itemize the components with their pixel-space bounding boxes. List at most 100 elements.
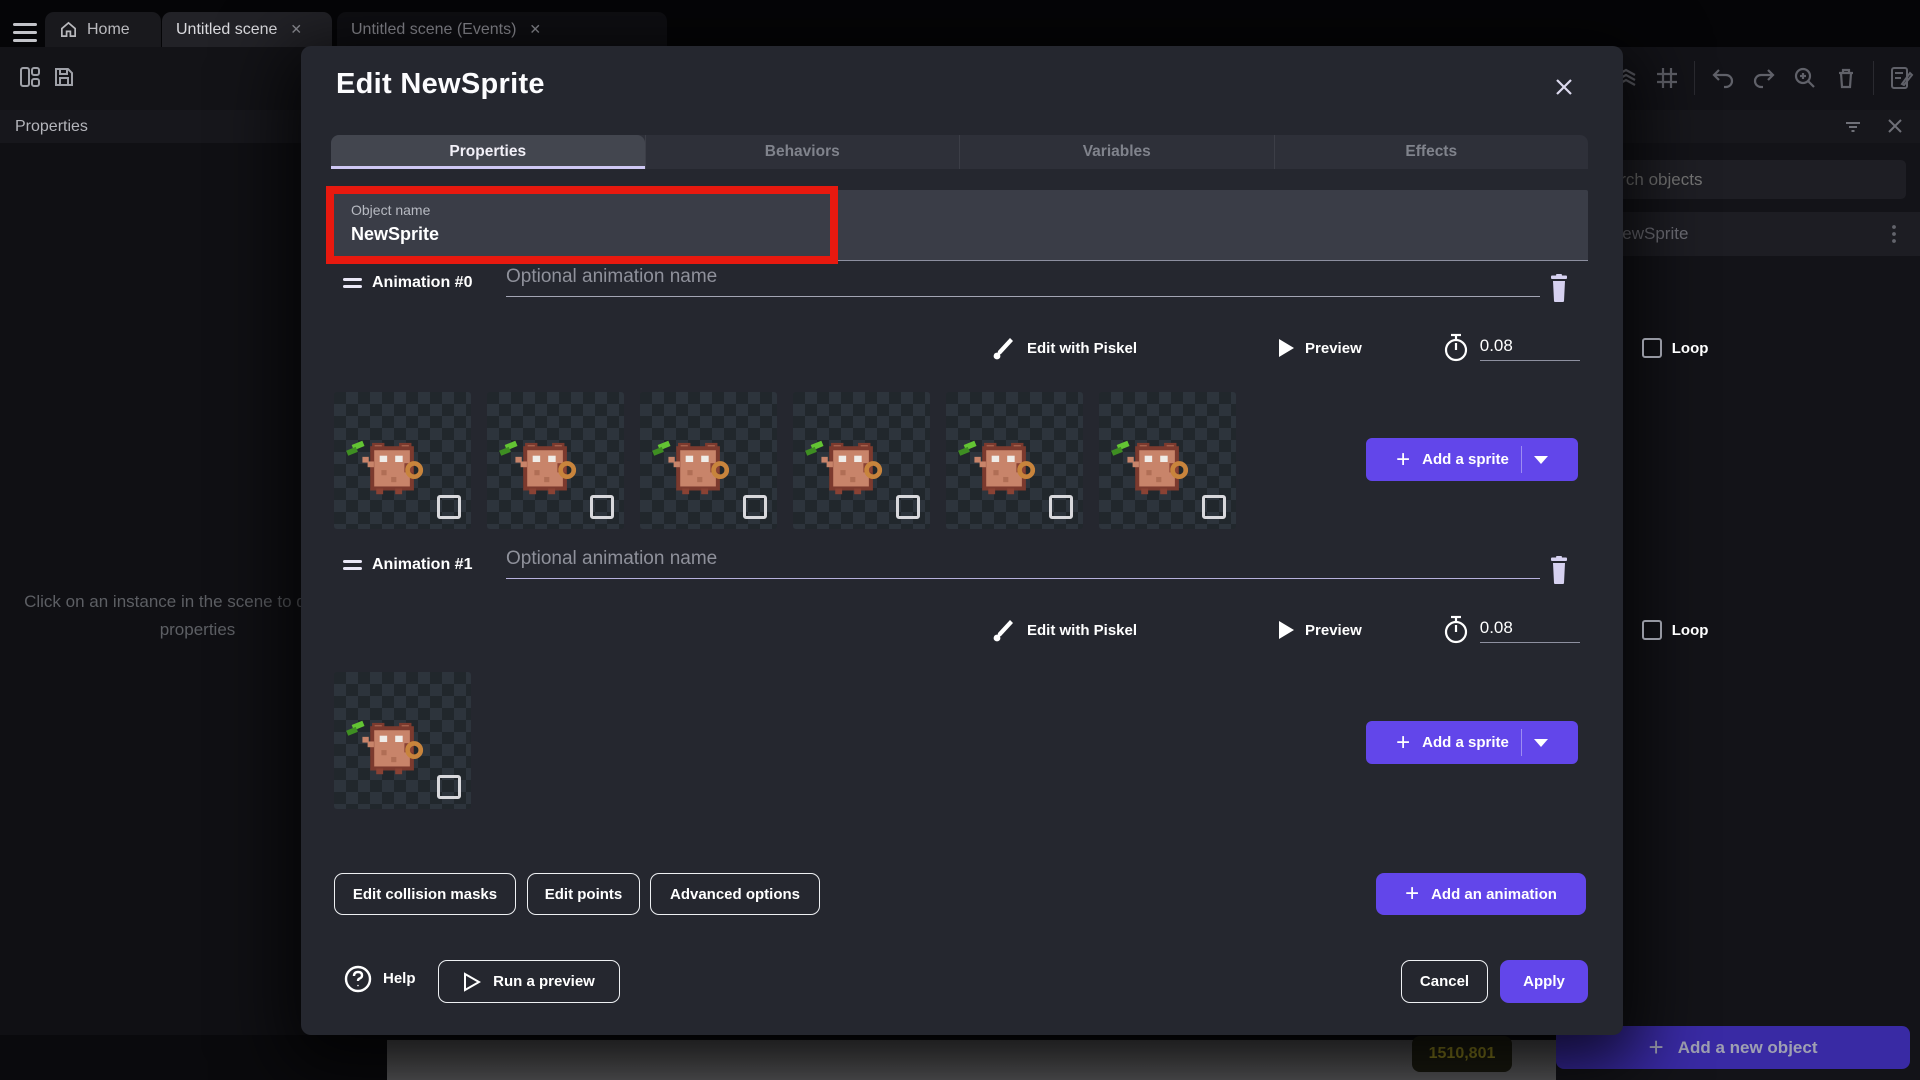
time-between-frames-input[interactable] — [1480, 336, 1580, 361]
animation-name-input[interactable] — [506, 548, 1540, 579]
app-window: Home Untitled scene ✕ Untitled scene (Ev… — [0, 0, 1920, 1080]
sprite-frame[interactable] — [487, 392, 624, 529]
filter-icon[interactable] — [1843, 117, 1863, 137]
frame-select-checkbox[interactable] — [896, 495, 920, 519]
chevron-down-icon[interactable] — [1534, 739, 1548, 747]
close-tab-icon[interactable]: ✕ — [529, 21, 541, 38]
sprite-frame[interactable] — [334, 672, 471, 809]
add-sprite-button[interactable]: + Add a sprite — [1366, 438, 1578, 481]
paintbrush-icon — [991, 617, 1017, 643]
loop-checkbox[interactable] — [1642, 338, 1662, 358]
toolbar-separator — [1694, 61, 1695, 95]
animation-name-input[interactable] — [506, 266, 1540, 297]
delete-animation-icon[interactable] — [1547, 556, 1571, 584]
tab-untitled-scene-events[interactable]: Untitled scene (Events) ✕ — [337, 12, 667, 47]
tab-behaviors[interactable]: Behaviors — [645, 135, 960, 169]
object-name-field[interactable]: Object name — [331, 190, 1588, 261]
zoom-in-icon[interactable] — [1791, 65, 1818, 92]
tab-home[interactable]: Home — [45, 12, 161, 47]
plus-icon: + — [1396, 448, 1410, 472]
apply-button[interactable]: Apply — [1500, 960, 1588, 1003]
delete-animation-icon[interactable] — [1547, 274, 1571, 302]
edit-with-piskel-button[interactable]: Edit with Piskel — [1027, 340, 1137, 357]
close-panel-icon[interactable] — [1886, 117, 1904, 135]
loop-label: Loop — [1672, 340, 1709, 357]
top-tab-bar: Home Untitled scene ✕ Untitled scene (Ev… — [0, 0, 1920, 47]
cursor-coordinates-badge: 1510,801 — [1412, 1036, 1512, 1072]
panel-title: Properties — [15, 118, 88, 136]
help-label[interactable]: Help — [383, 970, 416, 987]
animation-label: Animation #0 — [372, 274, 472, 292]
play-outline-icon — [463, 972, 481, 992]
plus-icon: + — [1649, 1032, 1664, 1063]
frames-strip — [334, 672, 471, 809]
tab-effects[interactable]: Effects — [1274, 135, 1589, 169]
edit-with-piskel-button[interactable]: Edit with Piskel — [1027, 622, 1137, 639]
add-sprite-button[interactable]: + Add a sprite — [1366, 721, 1578, 764]
animation-label: Animation #1 — [372, 556, 472, 574]
drag-handle[interactable] — [343, 278, 362, 292]
play-icon — [1277, 338, 1295, 358]
paintbrush-icon — [991, 335, 1017, 361]
sprite-frame[interactable] — [640, 392, 777, 529]
sprite-frame[interactable] — [946, 392, 1083, 529]
plus-icon: + — [1405, 882, 1419, 906]
toolbar-separator — [1873, 61, 1874, 95]
tab-label: Untitled scene (Events) — [351, 21, 516, 39]
save-icon[interactable] — [52, 65, 76, 89]
main-menu-icon[interactable] — [13, 23, 37, 42]
frame-select-checkbox[interactable] — [1202, 495, 1226, 519]
tab-label: Home — [87, 21, 130, 39]
undo-icon[interactable] — [1709, 65, 1736, 92]
preview-button[interactable]: Preview — [1305, 340, 1362, 357]
tab-variables[interactable]: Variables — [959, 135, 1274, 169]
dialog-tabs: Properties Behaviors Variables Effects — [331, 135, 1588, 169]
tab-untitled-scene[interactable]: Untitled scene ✕ — [162, 12, 332, 47]
help-icon[interactable] — [344, 965, 372, 993]
dialog-title: Edit NewSprite — [336, 68, 545, 101]
loop-label: Loop — [1672, 622, 1709, 639]
frame-select-checkbox[interactable] — [437, 775, 461, 799]
object-name-input[interactable] — [351, 224, 951, 245]
play-icon — [1277, 620, 1295, 640]
tab-properties[interactable]: Properties — [331, 135, 645, 169]
add-an-animation-button[interactable]: + Add an animation — [1376, 873, 1586, 915]
split-divider — [1521, 729, 1522, 756]
kebab-menu-icon[interactable] — [1891, 224, 1897, 244]
search-objects-input[interactable] — [1576, 160, 1906, 199]
split-divider — [1521, 446, 1522, 473]
animation-controls: Edit with Piskel Preview Loop — [991, 330, 1708, 366]
tab-label: Untitled scene — [176, 21, 277, 39]
redo-icon[interactable] — [1750, 65, 1777, 92]
animation-controls: Edit with Piskel Preview Loop — [991, 612, 1708, 648]
drag-handle[interactable] — [343, 560, 362, 574]
run-a-preview-button[interactable]: Run a preview — [438, 960, 620, 1003]
advanced-options-button[interactable]: Advanced options — [650, 873, 820, 915]
frame-select-checkbox[interactable] — [437, 495, 461, 519]
sprite-frame[interactable] — [1099, 392, 1236, 529]
stopwatch-icon — [1442, 615, 1470, 645]
frame-select-checkbox[interactable] — [1049, 495, 1073, 519]
close-tab-icon[interactable]: ✕ — [290, 21, 302, 38]
panels-layout-icon[interactable] — [18, 65, 42, 89]
loop-checkbox[interactable] — [1642, 620, 1662, 640]
cancel-button[interactable]: Cancel — [1401, 960, 1488, 1003]
frame-select-checkbox[interactable] — [590, 495, 614, 519]
edit-scene-properties-icon[interactable] — [1888, 65, 1915, 92]
sprite-frame[interactable] — [334, 392, 471, 529]
sprite-frame[interactable] — [793, 392, 930, 529]
time-between-frames-input[interactable] — [1480, 618, 1580, 643]
scene-canvas[interactable] — [387, 1040, 1556, 1080]
home-icon — [59, 20, 78, 39]
object-name-label: Object name — [351, 202, 430, 218]
stopwatch-icon — [1442, 333, 1470, 363]
edit-points-button[interactable]: Edit points — [527, 873, 640, 915]
scene-toolbar — [1612, 60, 1915, 96]
trash-icon[interactable] — [1832, 65, 1859, 92]
grid-icon[interactable] — [1653, 65, 1680, 92]
frame-select-checkbox[interactable] — [743, 495, 767, 519]
dialog-close-icon[interactable] — [1549, 72, 1579, 102]
edit-collision-masks-button[interactable]: Edit collision masks — [334, 873, 516, 915]
chevron-down-icon[interactable] — [1534, 456, 1548, 464]
preview-button[interactable]: Preview — [1305, 622, 1362, 639]
